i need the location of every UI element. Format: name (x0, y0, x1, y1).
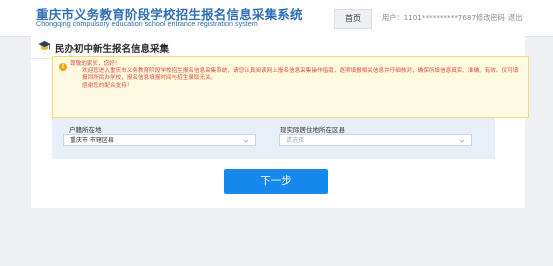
household-label: 户籍所在地 (69, 126, 102, 134)
residence-select[interactable]: 请选择 (279, 134, 472, 146)
page-title: 民办初中新生报名信息采集 (55, 44, 170, 55)
user-account-label: 用户：1101**********7687 (382, 13, 477, 22)
notice-box: ! 尊敬的家长，您好！ 欢迎您进入重庆市义务教育阶段学校招生报名信息采集系统，请… (52, 56, 529, 118)
notice-thanks: 感谢您的配合支持！ (82, 82, 133, 89)
info-icon: ! (59, 63, 67, 71)
graduation-cap-icon (38, 40, 51, 51)
system-subtitle: Chongqing compulsory education school en… (36, 19, 258, 28)
notice-body: 欢迎您进入重庆市义务教育阶段学校招生报名信息采集系统，请您认真阅读网上报名信息采… (82, 68, 519, 82)
residence-placeholder: 请选择 (286, 137, 305, 144)
top-bar: 重庆市义务教育阶段学校招生报名信息采集系统 Chongqing compulso… (0, 0, 553, 37)
logout-link[interactable]: 退出 (508, 13, 522, 23)
notice-text: 尊敬的家长，您好！ 欢迎您进入重庆市义务教育阶段学校招生报名信息采集系统，请您认… (70, 61, 522, 90)
form-panel: 户籍所在地 重庆市 市辖区县 现实际居住地所在区县 请选择 (52, 118, 495, 159)
next-step-button[interactable]: 下一步 (224, 169, 328, 194)
household-select[interactable]: 重庆市 市辖区县 (63, 134, 256, 146)
household-value: 重庆市 市辖区县 (70, 137, 114, 144)
chevron-down-icon (243, 139, 249, 143)
change-password-link[interactable]: 修改密码 (476, 13, 505, 23)
chevron-down-icon (459, 139, 465, 143)
residence-label: 现实际居住地所在区县 (280, 126, 345, 134)
nav-home-tab[interactable]: 首页 (334, 9, 372, 29)
